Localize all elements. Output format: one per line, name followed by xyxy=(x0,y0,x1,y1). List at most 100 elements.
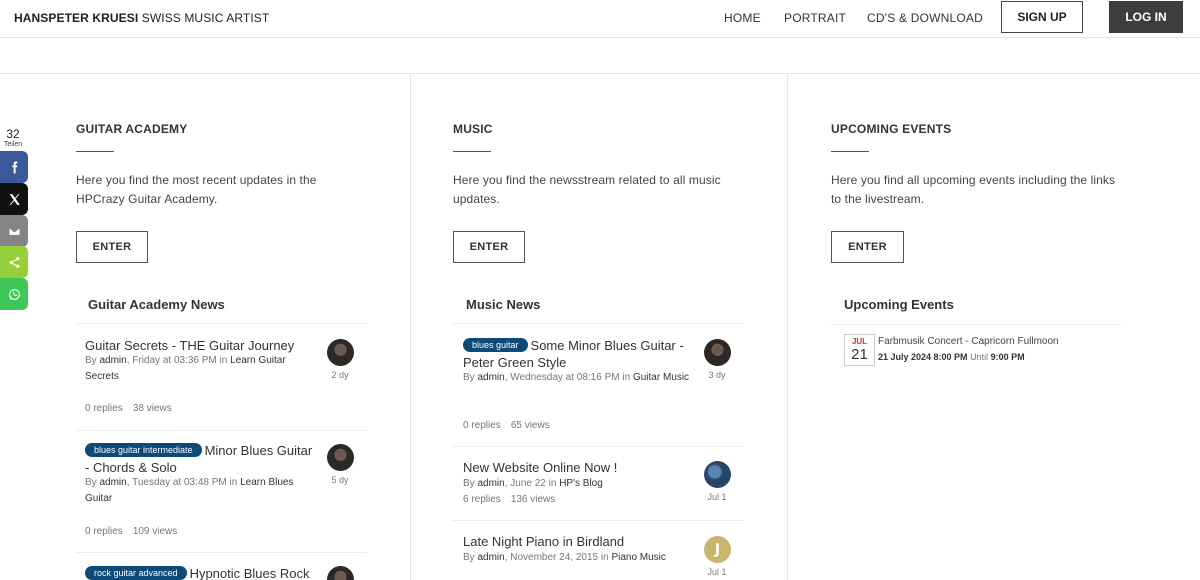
envelope-icon xyxy=(8,226,20,236)
column-divider xyxy=(410,73,411,580)
topic-age: 5 dy xyxy=(331,475,349,485)
top-navigation-bar: HANSPETER KRUESI SWISS MUSIC ARTIST HOME… xyxy=(0,0,1200,38)
reply-count: 0 replies xyxy=(85,403,123,414)
share-icon xyxy=(9,256,19,268)
x-icon xyxy=(9,193,20,205)
section-description: Here you find all upcoming events includ… xyxy=(831,173,1116,206)
content-divider xyxy=(0,73,1200,74)
forum-link[interactable]: HP's Blog xyxy=(559,478,603,489)
topic-meta: By admin, November 24, 2015 in Piano Mus… xyxy=(463,550,698,566)
whatsapp-share-button[interactable] xyxy=(0,278,28,310)
news-widget-title: Music News xyxy=(466,297,541,312)
share-counter: 32 Teilen xyxy=(0,128,26,149)
post-time: , November 24, 2015 xyxy=(504,552,599,563)
avatar[interactable] xyxy=(327,339,354,366)
facebook-share-button[interactable] xyxy=(0,151,28,183)
topic-age: 3 dy xyxy=(708,370,726,380)
widget-divider xyxy=(453,323,744,324)
generic-share-button[interactable] xyxy=(0,246,28,278)
item-divider xyxy=(76,430,367,431)
forum-link[interactable]: Guitar Music xyxy=(633,372,689,383)
view-count: 38 views xyxy=(132,403,172,414)
topic-tag[interactable]: blues guitar xyxy=(463,338,528,352)
topic-tag[interactable]: blues guitar intermediate xyxy=(85,443,202,457)
event-start: 21 July 2024 8:00 PM xyxy=(878,352,968,362)
widget-divider xyxy=(76,323,367,324)
whatsapp-icon xyxy=(8,288,20,300)
share-count-label: Teilen xyxy=(3,141,23,148)
topic-title: Hypnotic Blues Rock xyxy=(189,566,310,580)
topic-stats: 6 replies 136 views xyxy=(463,494,555,505)
meta-in: in xyxy=(226,477,241,488)
author-link[interactable]: admin xyxy=(99,355,126,366)
email-share-button[interactable] xyxy=(0,215,28,247)
item-divider xyxy=(453,446,744,447)
site-brand[interactable]: HANSPETER KRUESI SWISS MUSIC ARTIST xyxy=(14,11,269,25)
meta-in: in xyxy=(216,355,231,366)
topic-meta: By admin, June 22 in HP's Blog xyxy=(463,476,693,492)
avatar[interactable] xyxy=(704,461,731,488)
topic-title-link[interactable]: blues guitar Some Minor Blues Guitar - Pe… xyxy=(463,337,698,371)
reply-count: 6 replies xyxy=(463,494,501,505)
author-link[interactable]: admin xyxy=(477,552,504,563)
avatar[interactable] xyxy=(327,566,354,580)
x-share-button[interactable] xyxy=(0,183,28,215)
post-time: , June 22 xyxy=(504,478,546,489)
view-count: 109 views xyxy=(132,526,178,537)
music-enter-button[interactable]: ENTER xyxy=(453,231,525,263)
meta-by: By xyxy=(463,372,478,383)
topic-meta: By admin, Friday at 03:36 PM in Learn Gu… xyxy=(85,353,310,385)
section-rule xyxy=(453,151,491,152)
topic-age: Jul 1 xyxy=(707,567,727,577)
topic-title-link[interactable]: rock guitar advanced Hypnotic Blues Rock xyxy=(85,565,325,580)
event-day: 21 xyxy=(851,346,868,363)
avatar[interactable]: J xyxy=(704,536,731,563)
events-enter-button[interactable]: ENTER xyxy=(831,231,904,263)
forum-link[interactable]: Piano Music xyxy=(611,552,665,563)
section-rule xyxy=(831,151,869,152)
topic-age: 2 dy xyxy=(331,370,349,380)
event-title-link[interactable]: Farbmusik Concert - Capricorn Fullmoon xyxy=(878,336,1059,347)
event-until: Until xyxy=(967,352,991,362)
log-in-button[interactable]: LOG IN xyxy=(1109,1,1183,33)
post-time: , Friday at 03:36 PM xyxy=(126,355,217,366)
event-date-badge: JUL 21 xyxy=(844,334,875,366)
nav-home[interactable]: HOME xyxy=(724,11,761,25)
topic-tag[interactable]: rock guitar advanced xyxy=(85,566,187,580)
section-description: Here you find the newsstream related to … xyxy=(453,173,721,206)
share-count-number: 32 xyxy=(6,127,20,141)
avatar[interactable] xyxy=(327,444,354,471)
avatar[interactable] xyxy=(704,339,731,366)
topic-title: Guitar Secrets - THE Guitar Journey xyxy=(85,338,295,353)
section-rule xyxy=(76,151,114,152)
author-link[interactable]: admin xyxy=(477,478,504,489)
topic-title-link[interactable]: Late Night Piano in Birdland xyxy=(463,533,698,550)
view-count: 136 views xyxy=(510,494,556,505)
nav-cds-download[interactable]: CD'S & DOWNLOAD xyxy=(867,11,983,25)
section-title: MUSIC xyxy=(453,122,493,136)
author-link[interactable]: admin xyxy=(99,477,126,488)
topic-title-link[interactable]: Guitar Secrets - THE Guitar Journey xyxy=(85,337,315,354)
section-title: UPCOMING EVENTS xyxy=(831,122,952,136)
topic-title: New Website Online Now ! xyxy=(463,460,618,475)
meta-by: By xyxy=(85,355,100,366)
event-datetime: 21 July 2024 8:00 PM Until 9:00 PM xyxy=(878,352,1025,362)
item-divider xyxy=(76,552,367,553)
author-link[interactable]: admin xyxy=(477,372,504,383)
event-end: 9:00 PM xyxy=(990,352,1025,362)
guitar-academy-enter-button[interactable]: ENTER xyxy=(76,231,148,263)
news-widget-title: Guitar Academy News xyxy=(88,297,225,312)
section-description: Here you find the most recent updates in… xyxy=(76,173,317,206)
item-divider xyxy=(453,520,744,521)
topic-stats: 0 replies 38 views xyxy=(85,403,172,414)
widget-divider xyxy=(831,324,1122,325)
nav-portrait[interactable]: PORTRAIT xyxy=(784,11,846,25)
topic-meta: By admin, Wednesday at 08:16 PM in Guita… xyxy=(463,370,693,386)
events-widget-title: Upcoming Events xyxy=(844,297,954,312)
topic-title-link[interactable]: blues guitar intermediate Minor Blues Gui… xyxy=(85,442,320,476)
post-time: , Wednesday at 08:16 PM xyxy=(504,372,620,383)
meta-in: in xyxy=(598,552,612,563)
sign-up-button[interactable]: SIGN UP xyxy=(1001,1,1083,33)
topic-title-link[interactable]: New Website Online Now ! xyxy=(463,459,698,476)
reply-count: 0 replies xyxy=(85,526,123,537)
